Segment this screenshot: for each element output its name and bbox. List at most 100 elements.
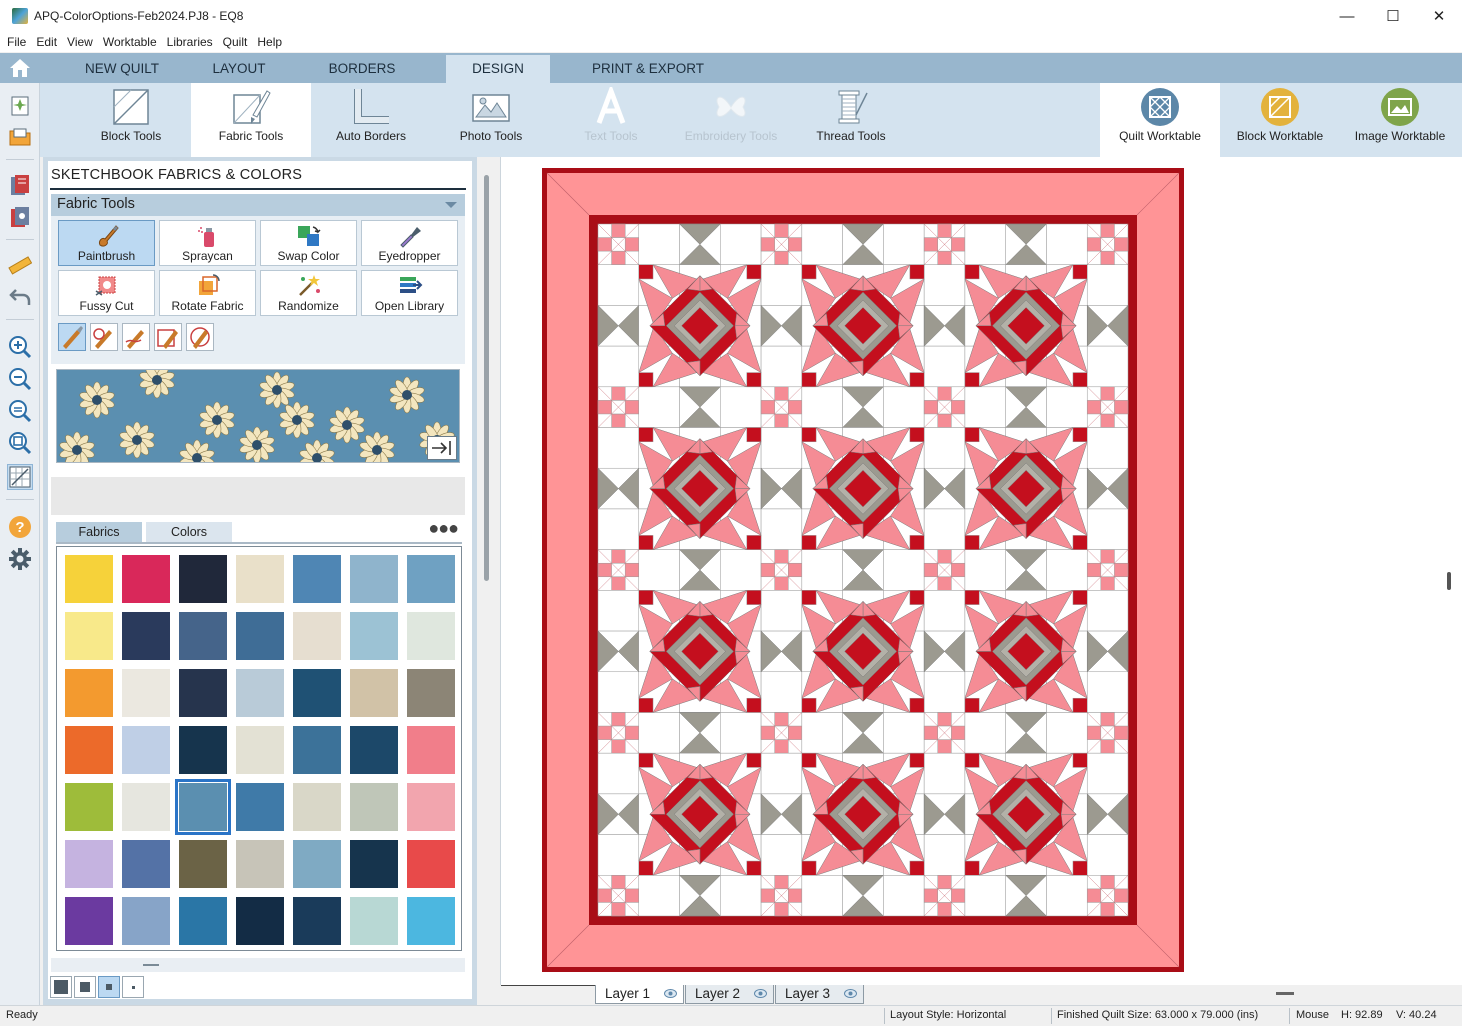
text-tools-button[interactable]: Text Tools xyxy=(551,83,671,157)
close-button[interactable]: ✕ xyxy=(1416,0,1462,32)
open-library-tool[interactable]: Open Library xyxy=(361,270,458,316)
minimize-button[interactable]: — xyxy=(1324,0,1370,32)
sketchbook-icon[interactable] xyxy=(8,125,32,149)
horizontal-scroll-thumb[interactable] xyxy=(1276,992,1294,995)
tab-new-quilt[interactable]: NEW QUILT xyxy=(60,55,184,83)
fabric-swatch[interactable] xyxy=(236,726,284,774)
fabric-swatch[interactable] xyxy=(293,783,341,831)
brush-mode-1-button[interactable] xyxy=(58,323,86,351)
fabric-swatch[interactable] xyxy=(122,726,170,774)
fabric-swatch[interactable] xyxy=(65,840,113,888)
help-icon[interactable]: ? xyxy=(8,515,32,539)
library-blocks-icon[interactable] xyxy=(8,173,32,197)
fabric-swatch[interactable] xyxy=(179,669,227,717)
add-to-sketchbook-icon[interactable] xyxy=(8,93,32,117)
fabric-tools-header[interactable]: Fabric Tools xyxy=(51,194,465,216)
zoom-out-icon[interactable] xyxy=(8,367,32,391)
graph-paper-icon[interactable] xyxy=(7,464,33,490)
tab-colors[interactable]: Colors xyxy=(146,522,232,542)
randomize-tool[interactable]: Randomize xyxy=(260,270,357,316)
menu-worktable[interactable]: Worktable xyxy=(98,35,162,49)
tab-design[interactable]: DESIGN xyxy=(446,55,550,83)
fabric-swatch[interactable] xyxy=(293,612,341,660)
fabric-swatch[interactable] xyxy=(350,669,398,717)
embroidery-tools-button[interactable]: Embroidery Tools xyxy=(671,83,791,157)
fabric-swatch[interactable] xyxy=(179,897,227,945)
worktable-scroll-marker[interactable] xyxy=(1447,572,1451,590)
zoom-refresh-icon[interactable] xyxy=(8,431,32,455)
fabric-swatch[interactable] xyxy=(407,726,455,774)
tab-print-export[interactable]: PRINT & EXPORT xyxy=(572,55,724,83)
menu-file[interactable]: File xyxy=(2,35,31,49)
fabric-swatch[interactable] xyxy=(236,897,284,945)
block-worktable-button[interactable]: Block Worktable xyxy=(1220,83,1340,157)
tab-layout[interactable]: LAYOUT xyxy=(184,55,294,83)
spraycan-tool[interactable]: Spraycan xyxy=(159,220,256,266)
palette-scrollbar[interactable] xyxy=(477,157,499,1005)
fabric-swatch[interactable] xyxy=(350,726,398,774)
fabric-swatch[interactable] xyxy=(293,840,341,888)
layer-2-tab[interactable]: Layer 2 xyxy=(685,985,774,1004)
fabric-swatch[interactable] xyxy=(236,612,284,660)
fabric-swatch[interactable] xyxy=(65,669,113,717)
fabric-swatch[interactable] xyxy=(350,897,398,945)
rotate-fabric-tool[interactable]: Rotate Fabric xyxy=(159,270,256,316)
fabric-swatch[interactable] xyxy=(179,726,227,774)
fabric-swatch[interactable] xyxy=(122,897,170,945)
menu-view[interactable]: View xyxy=(62,35,98,49)
fabric-swatch[interactable] xyxy=(179,612,227,660)
zoom-in-icon[interactable] xyxy=(8,335,32,359)
brush-mode-5-button[interactable] xyxy=(186,323,214,351)
ruler-icon[interactable] xyxy=(8,253,33,277)
fabric-swatch[interactable] xyxy=(350,783,398,831)
brush-mode-2-button[interactable] xyxy=(90,323,118,351)
fabric-swatch[interactable] xyxy=(175,779,231,835)
fabric-swatch[interactable] xyxy=(407,897,455,945)
image-worktable-button[interactable]: Image Worktable xyxy=(1340,83,1460,157)
quilt-worktable-button[interactable]: Quilt Worktable xyxy=(1100,83,1220,157)
fabric-swatch[interactable] xyxy=(407,840,455,888)
tab-borders[interactable]: BORDERS xyxy=(304,55,420,83)
collapse-caret-icon[interactable] xyxy=(445,202,457,208)
fabric-swatch[interactable] xyxy=(179,840,227,888)
fabric-swatch[interactable] xyxy=(65,897,113,945)
block-tools-button[interactable]: Block Tools xyxy=(71,83,191,157)
settings-gear-icon[interactable] xyxy=(8,547,32,571)
fabric-swatch[interactable] xyxy=(350,612,398,660)
menu-help[interactable]: Help xyxy=(252,35,287,49)
layer-3-tab[interactable]: Layer 3 xyxy=(775,985,864,1004)
fabric-swatch[interactable] xyxy=(122,555,170,603)
fabric-swatch[interactable] xyxy=(236,783,284,831)
library-fabrics-icon[interactable] xyxy=(8,205,32,229)
quilt-worktable[interactable] xyxy=(500,157,1462,985)
paintbrush-tool[interactable]: Paintbrush xyxy=(58,220,155,266)
swatch-size-tiny-button[interactable] xyxy=(122,976,144,998)
swatch-size-large-button[interactable] xyxy=(50,976,72,998)
fabric-swatch[interactable] xyxy=(236,555,284,603)
menu-quilt[interactable]: Quilt xyxy=(218,35,253,49)
quilt-design[interactable] xyxy=(542,168,1184,972)
fabric-swatch[interactable] xyxy=(407,555,455,603)
more-options-icon[interactable]: ●●● xyxy=(428,519,459,537)
zoom-fit-icon[interactable] xyxy=(8,399,32,423)
fabric-swatch[interactable] xyxy=(350,555,398,603)
fabric-swatch[interactable] xyxy=(65,783,113,831)
brush-mode-3-button[interactable] xyxy=(122,323,150,351)
fabric-swatch[interactable] xyxy=(65,612,113,660)
undo-icon[interactable] xyxy=(8,285,32,309)
swatch-size-small-button[interactable] xyxy=(98,976,120,998)
swap-color-tool[interactable]: Swap Color xyxy=(260,220,357,266)
expand-preview-icon[interactable] xyxy=(427,436,457,460)
fabric-swatch[interactable] xyxy=(122,669,170,717)
fabric-swatch[interactable] xyxy=(65,555,113,603)
fabric-swatch[interactable] xyxy=(293,726,341,774)
thread-tools-button[interactable]: Thread Tools xyxy=(791,83,911,157)
layer-1-tab[interactable]: Layer 1 xyxy=(595,985,684,1004)
home-icon[interactable] xyxy=(8,57,32,79)
fabric-swatch[interactable] xyxy=(407,783,455,831)
eye-icon[interactable] xyxy=(754,988,767,999)
swatch-size-medium-button[interactable] xyxy=(74,976,96,998)
photo-tools-button[interactable]: Photo Tools xyxy=(431,83,551,157)
eye-icon[interactable] xyxy=(844,988,857,999)
maximize-button[interactable]: ☐ xyxy=(1370,0,1416,32)
